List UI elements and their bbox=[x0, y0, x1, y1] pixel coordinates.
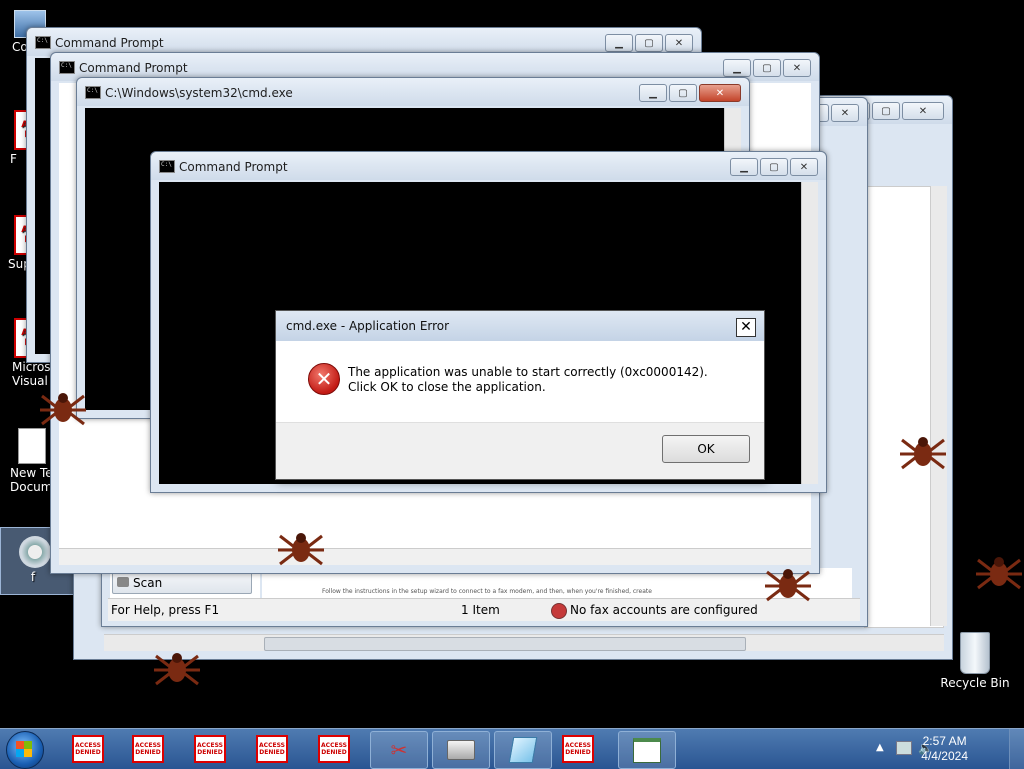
taskbar-snipping-tool[interactable]: ✂ bbox=[370, 731, 428, 769]
close-button[interactable]: ✕ bbox=[902, 102, 944, 120]
clock-time: 2:57 AM bbox=[922, 734, 967, 748]
window-title: Command Prompt bbox=[55, 36, 164, 50]
close-button[interactable]: ✕ bbox=[790, 158, 818, 176]
scan-icon bbox=[117, 577, 129, 587]
error-message: The application was unable to start corr… bbox=[348, 365, 708, 394]
window-controls: ▁ ▢ ✕ bbox=[723, 59, 811, 77]
close-button[interactable]: ✕ bbox=[699, 84, 741, 102]
spider-icon bbox=[974, 552, 1024, 596]
status-items-count: 1 Item bbox=[461, 603, 500, 617]
application-error-dialog[interactable]: cmd.exe - Application Error ✕ ✕ The appl… bbox=[275, 310, 765, 480]
vertical-scrollbar[interactable] bbox=[801, 182, 818, 484]
taskbar-access-denied-5[interactable]: ACCESS DENIED bbox=[306, 731, 362, 767]
fax-instructions-text: Follow the instructions in the setup wiz… bbox=[322, 588, 652, 595]
window-app-icon bbox=[633, 737, 661, 763]
taskbar-access-denied-1[interactable]: ACCESS DENIED bbox=[60, 731, 116, 767]
minimize-button[interactable]: ▁ bbox=[730, 158, 758, 176]
dialog-title-bar[interactable]: cmd.exe - Application Error ✕ bbox=[276, 311, 764, 341]
scan-button[interactable]: Scan bbox=[112, 572, 252, 594]
cmd-icon bbox=[159, 160, 175, 173]
vertical-scrollbar[interactable] bbox=[930, 186, 947, 626]
taskbar: ACCESS DENIED ACCESS DENIED ACCESS DENIE… bbox=[0, 728, 1024, 769]
maximize-button[interactable]: ▢ bbox=[760, 158, 788, 176]
cmd-icon bbox=[85, 86, 101, 99]
error-icon: ✕ bbox=[308, 363, 340, 395]
dialog-title: cmd.exe - Application Error bbox=[286, 319, 450, 333]
minimize-button[interactable]: ▁ bbox=[723, 59, 751, 77]
show-hidden-icons-button[interactable]: ▲ bbox=[876, 742, 884, 753]
show-desktop-button[interactable] bbox=[1009, 729, 1024, 769]
minimize-button[interactable]: ▁ bbox=[639, 84, 667, 102]
access-denied-icon: ACCESS DENIED bbox=[132, 735, 164, 763]
window-title: Command Prompt bbox=[79, 61, 188, 75]
window-controls: ▁ ▢ ✕ bbox=[639, 84, 741, 102]
status-fax-accounts: No fax accounts are configured bbox=[570, 603, 758, 617]
close-button[interactable]: ✕ bbox=[831, 104, 859, 122]
windows-logo-icon bbox=[16, 741, 32, 757]
status-help-text: For Help, press F1 bbox=[111, 603, 220, 617]
access-denied-icon: ACCESS DENIED bbox=[256, 735, 288, 763]
cmd-icon bbox=[59, 61, 75, 74]
taskbar-fax-and-scan[interactable] bbox=[432, 731, 490, 769]
spider-icon bbox=[152, 648, 202, 692]
text-document-icon bbox=[18, 428, 46, 464]
horizontal-scrollbar[interactable] bbox=[104, 634, 944, 651]
spider-icon bbox=[38, 388, 88, 432]
desktop-icon-label: Recycle Bin bbox=[940, 676, 1010, 690]
scan-label: Scan bbox=[133, 576, 163, 590]
system-tray: ▲ 🔈 2:57 AM 4/4/2024 bbox=[864, 729, 1024, 769]
taskbar-access-denied-2[interactable]: ACCESS DENIED bbox=[120, 731, 176, 767]
scrollbar-thumb[interactable] bbox=[264, 637, 746, 651]
network-icon[interactable] bbox=[896, 741, 912, 755]
fax-warning-icon bbox=[551, 603, 567, 619]
spider-icon bbox=[898, 432, 948, 476]
recycle-bin-icon bbox=[960, 632, 990, 674]
status-bar: For Help, press F1 1 Item No fax account… bbox=[108, 598, 860, 621]
spider-icon bbox=[276, 528, 326, 572]
taskbar-notepad[interactable] bbox=[494, 731, 552, 769]
scissors-icon: ✂ bbox=[390, 738, 408, 762]
access-denied-icon: ACCESS DENIED bbox=[72, 735, 104, 763]
taskbar-access-denied-6[interactable]: ACCESS DENIED bbox=[550, 731, 606, 767]
clock-date: 4/4/2024 bbox=[921, 749, 968, 763]
taskbar-program[interactable] bbox=[618, 731, 676, 769]
horizontal-scrollbar[interactable] bbox=[59, 548, 811, 565]
maximize-button[interactable]: ▢ bbox=[635, 34, 663, 52]
maximize-button[interactable]: ▢ bbox=[669, 84, 697, 102]
maximize-button[interactable]: ▢ bbox=[872, 102, 900, 120]
window-controls: ▁ ▢ ✕ bbox=[730, 158, 818, 176]
cmd-icon bbox=[35, 36, 51, 49]
minimize-button[interactable]: ▁ bbox=[605, 34, 633, 52]
taskbar-access-denied-4[interactable]: ACCESS DENIED bbox=[244, 731, 300, 767]
ok-button[interactable]: OK bbox=[662, 435, 750, 463]
taskbar-access-denied-3[interactable]: ACCESS DENIED bbox=[182, 731, 238, 767]
maximize-button[interactable]: ▢ bbox=[753, 59, 781, 77]
window-title: Command Prompt bbox=[179, 160, 288, 174]
dialog-close-button[interactable]: ✕ bbox=[736, 318, 756, 337]
spider-icon bbox=[763, 564, 813, 608]
close-button[interactable]: ✕ bbox=[783, 59, 811, 77]
access-denied-icon: ACCESS DENIED bbox=[194, 735, 226, 763]
window-controls: ▁ ▢ ✕ bbox=[605, 34, 693, 52]
notepad-icon bbox=[508, 737, 538, 763]
window-title: C:\Windows\system32\cmd.exe bbox=[105, 86, 293, 100]
access-denied-icon: ACCESS DENIED bbox=[318, 735, 350, 763]
fax-icon bbox=[447, 740, 475, 760]
close-button[interactable]: ✕ bbox=[665, 34, 693, 52]
start-button[interactable] bbox=[6, 731, 44, 769]
dialog-button-area: OK bbox=[276, 422, 764, 479]
gear-icon bbox=[19, 536, 51, 568]
clock[interactable]: 2:57 AM 4/4/2024 bbox=[921, 734, 968, 764]
access-denied-icon: ACCESS DENIED bbox=[562, 735, 594, 763]
